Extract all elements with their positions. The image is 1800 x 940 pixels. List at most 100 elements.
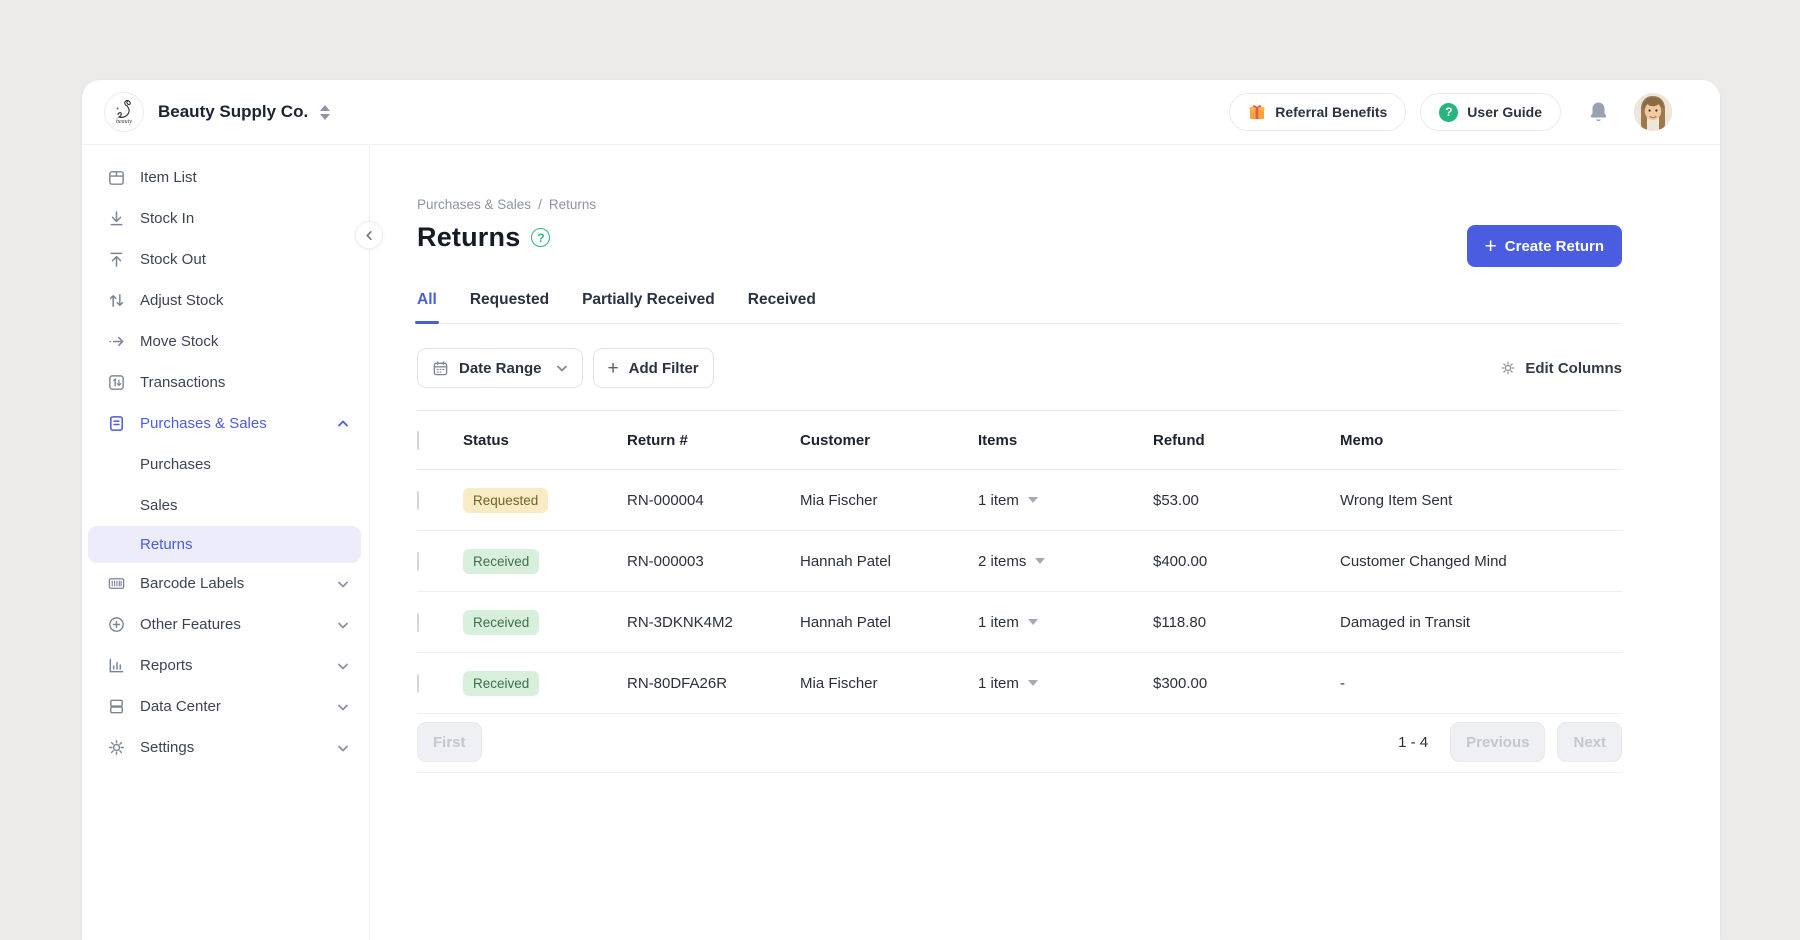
tab-all[interactable]: All bbox=[417, 291, 437, 323]
breadcrumb-returns[interactable]: Returns bbox=[549, 197, 596, 212]
notifications-bell-icon[interactable] bbox=[1587, 100, 1610, 124]
sidebar-item-returns[interactable]: Returns bbox=[88, 526, 361, 563]
items-dropdown[interactable]: 1 item bbox=[978, 492, 1153, 509]
items-count: 1 item bbox=[978, 614, 1019, 631]
select-all-checkbox[interactable] bbox=[417, 431, 419, 450]
sidebar-item-settings[interactable]: Settings bbox=[82, 727, 369, 768]
sidebar-item-purchases-sales[interactable]: Purchases & Sales bbox=[82, 403, 369, 444]
database-icon bbox=[106, 697, 126, 717]
sidebar-label: Move Stock bbox=[140, 333, 349, 350]
sidebar-label: Stock In bbox=[140, 210, 349, 227]
chevron-down-icon bbox=[556, 362, 568, 374]
company-switcher[interactable] bbox=[320, 105, 330, 120]
help-icon[interactable]: ? bbox=[531, 228, 550, 247]
document-icon bbox=[106, 414, 126, 434]
referral-benefits-button[interactable]: Referral Benefits bbox=[1229, 93, 1406, 131]
sidebar-item-move-stock[interactable]: Move Stock bbox=[82, 321, 369, 362]
status-badge: Requested bbox=[463, 488, 548, 513]
memo-cell: Damaged in Transit bbox=[1340, 614, 1622, 631]
sidebar-label: Returns bbox=[140, 536, 341, 553]
chevron-down-icon bbox=[337, 578, 349, 590]
sidebar-item-barcode-labels[interactable]: Barcode Labels bbox=[82, 563, 369, 604]
tab-partially-received[interactable]: Partially Received bbox=[582, 291, 715, 323]
sidebar-item-data-center[interactable]: Data Center bbox=[82, 686, 369, 727]
page-range-label: 1 - 4 bbox=[1398, 734, 1428, 751]
create-return-label: Create Return bbox=[1505, 238, 1604, 255]
tab-requested[interactable]: Requested bbox=[470, 291, 549, 323]
date-range-dropdown[interactable]: Date Range bbox=[417, 348, 583, 388]
items-count: 1 item bbox=[978, 492, 1019, 509]
chevron-down-icon bbox=[337, 742, 349, 754]
user-guide-button[interactable]: ? User Guide bbox=[1420, 93, 1561, 131]
return-number-cell: RN-000004 bbox=[627, 492, 800, 509]
breadcrumb-purchases-sales[interactable]: Purchases & Sales bbox=[417, 197, 531, 212]
edit-columns-button[interactable]: Edit Columns bbox=[1500, 360, 1622, 377]
row-checkbox[interactable] bbox=[417, 552, 419, 571]
plus-icon: + bbox=[1485, 236, 1497, 257]
items-dropdown[interactable]: 1 item bbox=[978, 675, 1153, 692]
table-row[interactable]: Requested RN-000004 Mia Fischer 1 item $… bbox=[417, 470, 1622, 531]
box-icon bbox=[106, 168, 126, 188]
breadcrumb: Purchases & Sales / Returns bbox=[417, 197, 1622, 212]
sidebar-item-item-list[interactable]: Item List bbox=[82, 157, 369, 198]
row-checkbox[interactable] bbox=[417, 613, 419, 632]
arrow-right-icon bbox=[106, 332, 126, 352]
column-header-memo[interactable]: Memo bbox=[1340, 432, 1622, 449]
add-filter-button[interactable]: + Add Filter bbox=[593, 348, 714, 388]
refund-cell: $300.00 bbox=[1153, 675, 1340, 692]
sidebar: Item List Stock In Stock Out bbox=[82, 145, 370, 940]
add-filter-label: Add Filter bbox=[629, 360, 699, 377]
create-return-button[interactable]: + Create Return bbox=[1467, 225, 1622, 267]
topbar: beauty Beauty Supply Co. Referral Benefi… bbox=[82, 80, 1720, 145]
memo-cell: Wrong Item Sent bbox=[1340, 492, 1622, 509]
sidebar-label: Reports bbox=[140, 657, 323, 674]
sidebar-item-stock-in[interactable]: Stock In bbox=[82, 198, 369, 239]
column-header-return[interactable]: Return # bbox=[627, 432, 800, 449]
referral-benefits-label: Referral Benefits bbox=[1275, 104, 1387, 120]
sidebar-collapse-button[interactable] bbox=[355, 221, 383, 249]
svg-text:beauty: beauty bbox=[116, 119, 132, 125]
sidebar-item-stock-out[interactable]: Stock Out bbox=[82, 239, 369, 280]
sidebar-label: Settings bbox=[140, 739, 323, 756]
sidebar-label: Purchases & Sales bbox=[140, 415, 323, 432]
row-checkbox[interactable] bbox=[417, 491, 419, 510]
table-row[interactable]: Received RN-000003 Hannah Patel 2 items … bbox=[417, 531, 1622, 592]
column-header-status[interactable]: Status bbox=[463, 432, 627, 449]
arrows-up-down-icon bbox=[106, 291, 126, 311]
items-dropdown[interactable]: 2 items bbox=[978, 553, 1153, 570]
items-dropdown[interactable]: 1 item bbox=[978, 614, 1153, 631]
date-range-label: Date Range bbox=[459, 360, 542, 377]
plus-circle-icon bbox=[106, 615, 126, 635]
sidebar-item-adjust-stock[interactable]: Adjust Stock bbox=[82, 280, 369, 321]
edit-columns-label: Edit Columns bbox=[1525, 360, 1622, 377]
first-page-button[interactable]: First bbox=[417, 722, 482, 762]
sidebar-item-purchases[interactable]: Purchases bbox=[82, 444, 369, 485]
sidebar-item-transactions[interactable]: Transactions bbox=[82, 362, 369, 403]
gear-icon bbox=[106, 738, 126, 758]
column-header-items[interactable]: Items bbox=[978, 432, 1153, 449]
status-badge: Received bbox=[463, 549, 539, 574]
sidebar-item-reports[interactable]: Reports bbox=[82, 645, 369, 686]
sidebar-label: Data Center bbox=[140, 698, 323, 715]
column-header-customer[interactable]: Customer bbox=[800, 432, 978, 449]
sidebar-label: Stock Out bbox=[140, 251, 349, 268]
table-row[interactable]: Received RN-80DFA26R Mia Fischer 1 item … bbox=[417, 653, 1622, 714]
next-page-button[interactable]: Next bbox=[1557, 722, 1622, 762]
row-checkbox[interactable] bbox=[417, 674, 419, 693]
sidebar-label: Transactions bbox=[140, 374, 349, 391]
user-avatar[interactable] bbox=[1634, 93, 1672, 131]
app-window: beauty Beauty Supply Co. Referral Benefi… bbox=[82, 80, 1720, 940]
sidebar-item-other-features[interactable]: Other Features bbox=[82, 604, 369, 645]
column-header-refund[interactable]: Refund bbox=[1153, 432, 1340, 449]
sidebar-label: Item List bbox=[140, 169, 349, 186]
tab-received[interactable]: Received bbox=[748, 291, 816, 323]
customer-cell: Hannah Patel bbox=[800, 553, 978, 570]
items-count: 2 items bbox=[978, 553, 1026, 570]
chevron-up-icon bbox=[337, 418, 349, 430]
beauty-logo-icon: beauty bbox=[107, 95, 141, 129]
table-row[interactable]: Received RN-3DKNK4M2 Hannah Patel 1 item… bbox=[417, 592, 1622, 653]
previous-page-button[interactable]: Previous bbox=[1450, 722, 1545, 762]
company-logo[interactable]: beauty bbox=[104, 92, 144, 132]
sidebar-label: Sales bbox=[140, 497, 349, 514]
sidebar-item-sales[interactable]: Sales bbox=[82, 485, 369, 526]
